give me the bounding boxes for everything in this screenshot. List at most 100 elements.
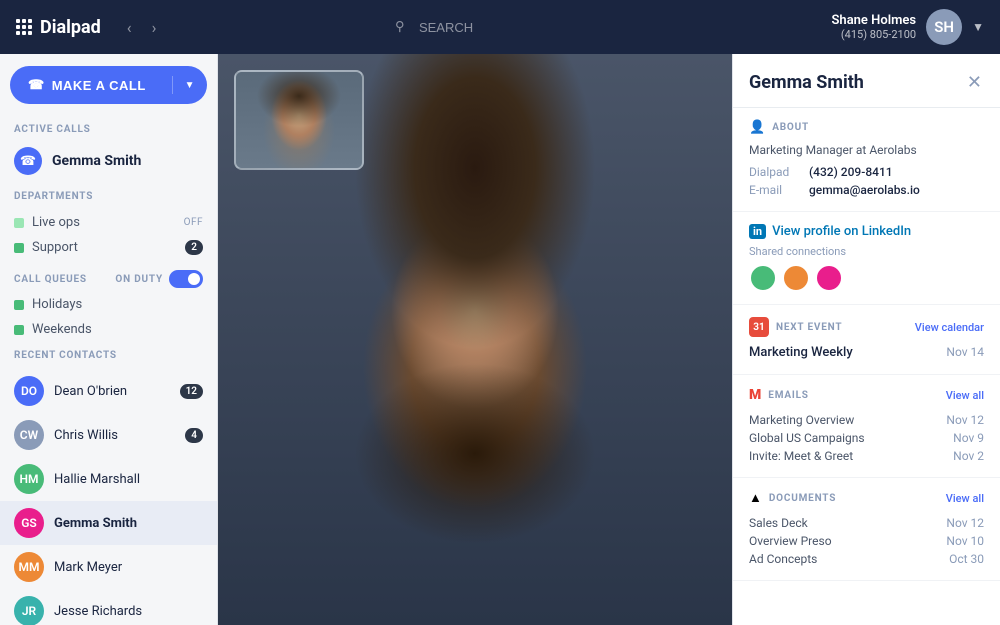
dept-name: Live ops bbox=[32, 215, 176, 230]
view-all-docs-link[interactable]: View all bbox=[946, 492, 984, 505]
about-title: Marketing Manager at Aerolabs bbox=[749, 143, 984, 157]
queue-item-holidays[interactable]: Holidays bbox=[0, 292, 217, 317]
dept-status: OFF bbox=[184, 217, 203, 228]
contact-name: Hallie Marshall bbox=[54, 472, 203, 487]
doc-row-1[interactable]: Sales Deck Nov 12 bbox=[749, 514, 984, 532]
back-arrow[interactable]: ‹ bbox=[121, 14, 138, 41]
user-phone: (415) 805-2100 bbox=[832, 28, 917, 41]
doc-date: Nov 12 bbox=[946, 516, 984, 530]
doc-name: Overview Preso bbox=[749, 534, 832, 548]
email-date: Nov 9 bbox=[953, 431, 984, 445]
nav-arrows: ‹ › bbox=[121, 14, 163, 41]
documents-section: ▲ DOCUMENTS View all Sales Deck Nov 12 O… bbox=[733, 478, 1000, 581]
contact-name: Mark Meyer bbox=[54, 560, 203, 575]
contact-name: Dean O'brien bbox=[54, 384, 170, 399]
contact-item[interactable]: HM Hallie Marshall bbox=[0, 457, 217, 501]
contact-item-active[interactable]: GS Gemma Smith bbox=[0, 501, 217, 545]
calendar-icon: 31 bbox=[749, 317, 769, 337]
email-subject: Invite: Meet & Greet bbox=[749, 449, 853, 463]
emails-header: M EMAILS View all bbox=[749, 387, 984, 403]
event-row: Marketing Weekly Nov 14 bbox=[749, 345, 984, 360]
contact-badge: 12 bbox=[180, 384, 203, 399]
event-name: Marketing Weekly bbox=[749, 345, 853, 360]
make-call-label: MAKE A CALL bbox=[52, 78, 146, 93]
dropdown-arrow-icon[interactable]: ▼ bbox=[173, 80, 207, 91]
call-queues-label: CALL QUEUES bbox=[14, 274, 87, 285]
about-label: ABOUT bbox=[772, 122, 984, 133]
view-calendar-link[interactable]: View calendar bbox=[915, 321, 984, 334]
search-wrapper: ⚲ bbox=[383, 13, 611, 42]
email-subject: Marketing Overview bbox=[749, 413, 854, 427]
contact-item[interactable]: CW Chris Willis 4 bbox=[0, 413, 217, 457]
queue-name: Holidays bbox=[32, 297, 82, 312]
forward-arrow[interactable]: › bbox=[146, 14, 163, 41]
active-call-item[interactable]: ☎ Gemma Smith bbox=[0, 139, 217, 183]
call-queues-header: CALL QUEUES ON DUTY bbox=[0, 264, 217, 292]
person-icon: 👤 bbox=[749, 120, 765, 135]
dept-name: Support bbox=[32, 240, 177, 255]
doc-name: Sales Deck bbox=[749, 516, 808, 530]
contact-avatar: CW bbox=[14, 420, 44, 450]
sidebar: ☎ MAKE A CALL ▼ ACTIVE CALLS ☎ Gemma Smi… bbox=[0, 54, 218, 625]
email-date: Nov 12 bbox=[946, 413, 984, 427]
doc-row-2[interactable]: Overview Preso Nov 10 bbox=[749, 532, 984, 550]
on-duty-toggle[interactable] bbox=[169, 270, 203, 288]
email-row-2[interactable]: Global US Campaigns Nov 9 bbox=[749, 429, 984, 447]
email-row-3[interactable]: Invite: Meet & Greet Nov 2 bbox=[749, 447, 984, 465]
dept-item-support[interactable]: Support 2 bbox=[0, 235, 217, 260]
next-event-label: NEXT EVENT bbox=[776, 322, 908, 333]
email-row-1[interactable]: Marketing Overview Nov 12 bbox=[749, 411, 984, 429]
gmail-icon: M bbox=[749, 387, 761, 403]
linkedin-link[interactable]: in View profile on LinkedIn bbox=[749, 224, 984, 239]
logo: Dialpad bbox=[16, 17, 101, 38]
emails-section: M EMAILS View all Marketing Overview Nov… bbox=[733, 375, 1000, 478]
email-date: Nov 2 bbox=[953, 449, 984, 463]
emails-label: EMAILS bbox=[768, 390, 938, 401]
contact-badge: 4 bbox=[185, 428, 203, 443]
main-layout: ☎ MAKE A CALL ▼ ACTIVE CALLS ☎ Gemma Smi… bbox=[0, 54, 1000, 625]
chevron-down-icon[interactable]: ▼ bbox=[972, 20, 984, 34]
contact-item[interactable]: MM Mark Meyer bbox=[0, 545, 217, 589]
connection-avatar bbox=[782, 264, 810, 292]
avatar: SH bbox=[926, 9, 962, 45]
panel-contact-name: Gemma Smith bbox=[749, 72, 864, 93]
make-call-button[interactable]: ☎ MAKE A CALL ▼ bbox=[10, 66, 207, 104]
close-button[interactable]: ✕ bbox=[965, 70, 984, 95]
contact-item[interactable]: DO Dean O'brien 12 bbox=[0, 369, 217, 413]
email-label: E-mail bbox=[749, 183, 797, 197]
connection-avatar bbox=[815, 264, 843, 292]
departments-label: DEPARTMENTS bbox=[0, 183, 217, 206]
view-all-emails-link[interactable]: View all bbox=[946, 389, 984, 402]
contact-name: Gemma Smith bbox=[54, 516, 203, 531]
pip-video[interactable] bbox=[234, 70, 364, 170]
contact-avatar: HM bbox=[14, 464, 44, 494]
search-input[interactable] bbox=[383, 13, 611, 42]
right-panel: Gemma Smith ✕ 👤 ABOUT Marketing Manager … bbox=[732, 54, 1000, 625]
about-section: 👤 ABOUT Marketing Manager at Aerolabs Di… bbox=[733, 108, 1000, 212]
email-subject: Global US Campaigns bbox=[749, 431, 865, 445]
connection-avatars bbox=[749, 264, 984, 292]
next-event-header: 31 NEXT EVENT View calendar bbox=[749, 317, 984, 337]
doc-date: Oct 30 bbox=[949, 552, 984, 566]
linkedin-icon: in bbox=[749, 224, 766, 239]
active-call-icon: ☎ bbox=[14, 147, 42, 175]
queue-dot bbox=[14, 300, 24, 310]
contact-avatar: JR bbox=[14, 596, 44, 625]
contact-item[interactable]: JR Jesse Richards bbox=[0, 589, 217, 625]
doc-row-3[interactable]: Ad Concepts Oct 30 bbox=[749, 550, 984, 568]
contact-avatar: GS bbox=[14, 508, 44, 538]
phone-icon: ☎ bbox=[28, 77, 45, 93]
dialpad-row: Dialpad (432) 209-8411 bbox=[749, 163, 984, 181]
contact-avatar: DO bbox=[14, 376, 44, 406]
video-area bbox=[218, 54, 732, 625]
queue-dot bbox=[14, 325, 24, 335]
dept-dot bbox=[14, 218, 24, 228]
doc-date: Nov 10 bbox=[946, 534, 984, 548]
logo-text: Dialpad bbox=[40, 17, 101, 38]
recent-contacts-label: RECENT CONTACTS bbox=[0, 342, 217, 365]
active-call-name: Gemma Smith bbox=[52, 153, 141, 169]
queue-item-weekends[interactable]: Weekends bbox=[0, 317, 217, 342]
drive-icon: ▲ bbox=[749, 490, 762, 506]
dept-item-liveops[interactable]: Live ops OFF bbox=[0, 210, 217, 235]
documents-label: DOCUMENTS bbox=[769, 493, 939, 504]
